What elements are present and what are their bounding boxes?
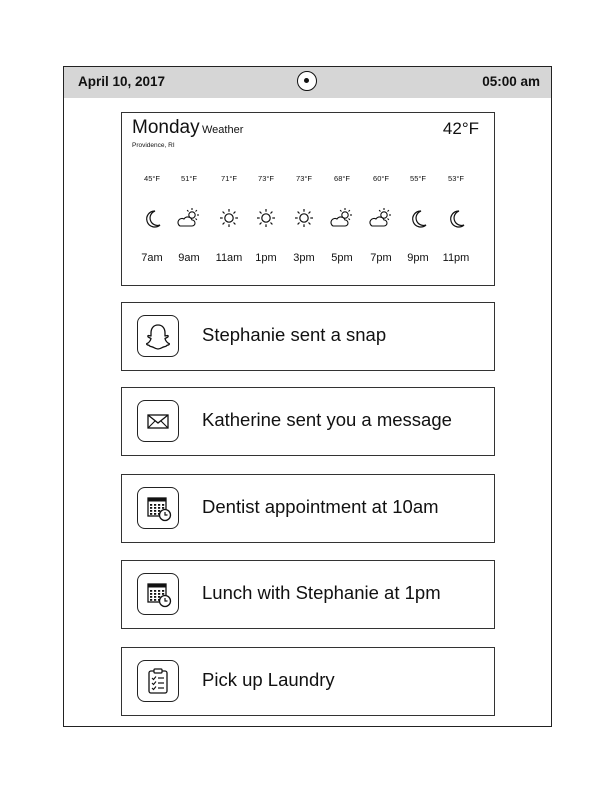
status-time: 05:00 am <box>482 74 540 89</box>
hour-time: 9pm <box>407 252 429 264</box>
hour-temp: 51°F <box>181 174 197 183</box>
hour-temp: 60°F <box>373 174 389 183</box>
status-date: April 10, 2017 <box>78 74 166 89</box>
notification-card[interactable]: Dentist appointment at 10am <box>121 474 495 543</box>
notification-text: Stephanie sent a snap <box>202 324 387 345</box>
calendar-clock-icon <box>137 573 179 615</box>
moon-icon <box>146 210 161 228</box>
hour-time: 1pm <box>255 252 277 264</box>
partly-cloudy-icon <box>177 208 199 227</box>
hour-forecast: 45°F 7am <box>133 113 171 287</box>
moon-icon <box>412 210 427 228</box>
hour-time: 5pm <box>331 252 353 264</box>
notification-card[interactable]: Katherine sent you a message <box>121 387 495 456</box>
hour-forecast: 71°F 11am <box>210 113 248 287</box>
hour-time: 11am <box>215 252 243 264</box>
hour-forecast: 60°F 7pm <box>362 113 400 287</box>
hour-forecast: 68°F 5pm <box>323 113 361 287</box>
notification-text: Pick up Laundry <box>202 669 335 690</box>
notification-card[interactable]: Stephanie sent a snap <box>121 302 495 371</box>
notification-card[interactable]: Lunch with Stephanie at 1pm <box>121 560 495 629</box>
hour-temp: 45°F <box>144 174 160 183</box>
hour-time: 11pm <box>442 252 470 264</box>
hour-time: 9am <box>178 252 200 264</box>
weather-widget[interactable]: Monday Weather Providence, RI 42°F 45°F 7… <box>121 112 495 286</box>
hour-temp: 68°F <box>334 174 350 183</box>
notification-text: Lunch with Stephanie at 1pm <box>202 582 441 603</box>
hour-time: 7pm <box>370 252 392 264</box>
sun-icon <box>295 209 313 227</box>
hour-forecast: 73°F 1pm <box>247 113 285 287</box>
envelope-icon <box>137 400 179 442</box>
notification-text: Katherine sent you a message <box>202 409 452 430</box>
hour-time: 3pm <box>293 252 315 264</box>
sun-icon <box>220 209 238 227</box>
hour-time: 7am <box>141 252 163 264</box>
status-bar: April 10, 2017 05:00 am <box>64 67 551 98</box>
hour-forecast: 73°F 3pm <box>285 113 323 287</box>
partly-cloudy-icon <box>369 208 391 227</box>
snapchat-ghost-icon <box>137 315 179 357</box>
notification-card[interactable]: Pick up Laundry <box>121 647 495 716</box>
moon-icon <box>450 210 465 228</box>
clipboard-checklist-icon <box>137 660 179 702</box>
partly-cloudy-icon <box>330 208 352 227</box>
home-button-icon[interactable] <box>297 71 317 91</box>
hour-temp: 55°F <box>410 174 426 183</box>
device-screen: April 10, 2017 05:00 am Monday Weather P… <box>63 66 552 727</box>
hour-temp: 73°F <box>258 174 274 183</box>
notification-text: Dentist appointment at 10am <box>202 496 439 517</box>
hour-forecast: 55°F 9pm <box>399 113 437 287</box>
hour-temp: 53°F <box>448 174 464 183</box>
hour-forecast: 51°F 9am <box>170 113 208 287</box>
calendar-clock-icon <box>137 487 179 529</box>
hour-forecast: 53°F 11pm <box>437 113 475 287</box>
hour-temp: 71°F <box>221 174 237 183</box>
sun-icon <box>257 209 275 227</box>
hour-temp: 73°F <box>296 174 312 183</box>
